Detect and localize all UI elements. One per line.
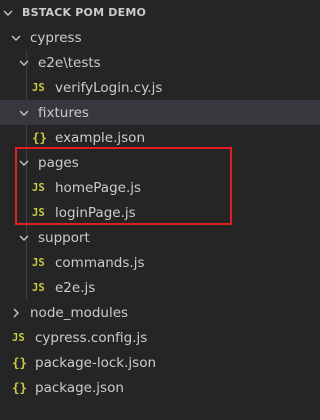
explorer-root-folder[interactable]: BSTACK POM DEMO <box>0 0 320 25</box>
tree-folder-fixtures[interactable]: fixtures <box>0 100 320 125</box>
json-file-icon: {} <box>12 380 28 395</box>
javascript-file-icon: JS <box>32 256 45 269</box>
explorer-root-label: BSTACK POM DEMO <box>22 6 147 19</box>
chevron-down-icon <box>10 32 22 44</box>
javascript-file-icon: JS <box>32 81 45 94</box>
tree-item-label: cypress <box>30 29 82 46</box>
javascript-file-icon: JS <box>32 181 45 194</box>
tree-folder-e2e-tests[interactable]: e2e\tests <box>0 50 320 75</box>
json-file-icon: {} <box>32 130 48 145</box>
tree-file-cypress-config[interactable]: JS cypress.config.js <box>0 325 320 350</box>
tree-folder-cypress[interactable]: cypress <box>0 25 320 50</box>
tree-file-homepage[interactable]: JS homePage.js <box>0 175 320 200</box>
chevron-down-icon <box>18 107 30 119</box>
tree-file-e2e-js[interactable]: JS e2e.js <box>0 275 320 300</box>
chevron-right-icon <box>10 307 22 319</box>
tree-folder-support[interactable]: support <box>0 225 320 250</box>
chevron-down-icon <box>18 232 30 244</box>
tree-item-label: support <box>38 229 90 246</box>
chevron-down-icon <box>18 157 30 169</box>
chevron-down-icon <box>18 57 30 69</box>
javascript-file-icon: JS <box>12 331 25 344</box>
tree-item-label: package-lock.json <box>35 354 157 371</box>
tree-file-example-json[interactable]: {} example.json <box>0 125 320 150</box>
chevron-down-icon <box>2 7 14 19</box>
tree-item-label: cypress.config.js <box>35 329 148 346</box>
tree-item-label: e2e\tests <box>38 54 101 71</box>
javascript-file-icon: JS <box>32 281 45 294</box>
tree-item-label: loginPage.js <box>55 204 136 221</box>
javascript-file-icon: JS <box>32 206 45 219</box>
json-file-icon: {} <box>12 355 28 370</box>
tree-file-commands[interactable]: JS commands.js <box>0 250 320 275</box>
tree-item-label: homePage.js <box>55 179 142 196</box>
tree-file-package-lock[interactable]: {} package-lock.json <box>0 350 320 375</box>
tree-folder-pages[interactable]: pages <box>0 150 320 175</box>
tree-file-verifylogin[interactable]: JS verifyLogin.cy.js <box>0 75 320 100</box>
tree-item-label: fixtures <box>38 104 89 121</box>
tree-item-label: pages <box>38 154 79 171</box>
tree-item-label: verifyLogin.cy.js <box>55 79 163 96</box>
tree-folder-node-modules[interactable]: node_modules <box>0 300 320 325</box>
tree-file-loginpage[interactable]: JS loginPage.js <box>0 200 320 225</box>
tree-file-package-json[interactable]: {} package.json <box>0 375 320 400</box>
tree-item-label: example.json <box>55 129 145 146</box>
tree-item-label: node_modules <box>30 304 129 321</box>
tree-item-label: commands.js <box>55 254 145 271</box>
tree-item-label: package.json <box>35 379 124 396</box>
tree-item-label: e2e.js <box>55 279 96 296</box>
